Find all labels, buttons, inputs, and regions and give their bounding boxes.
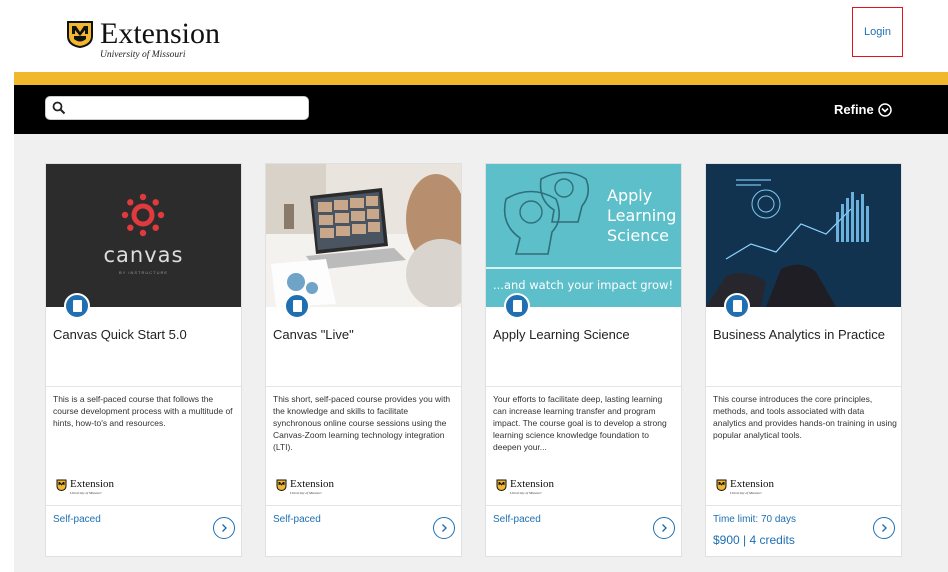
provider-logo: Extension University of Missouri <box>716 479 774 495</box>
logo-title: Extension <box>100 17 220 50</box>
mizzou-shield-icon <box>56 479 67 491</box>
refine-label: Refine <box>834 102 874 117</box>
provider-logo-title: Extension <box>290 478 334 490</box>
canvas-logo-icon <box>121 193 165 237</box>
course-image: Apply Learning Science ...and watch your… <box>486 164 681 307</box>
course-title[interactable]: Canvas Quick Start 5.0 <box>53 327 187 342</box>
provider-logo-subtitle: University of Missouri <box>730 491 762 495</box>
mizzou-shield-icon <box>496 479 507 491</box>
course-title[interactable]: Canvas "Live" <box>273 327 354 342</box>
analytics-dashboard-illustration <box>706 164 901 307</box>
login-highlight: Login <box>852 7 903 57</box>
image-headline: Apply Learning Science <box>607 186 676 246</box>
chevron-right-icon <box>662 524 667 532</box>
provider-logo-text: Extension University of Missouri <box>290 478 334 496</box>
image-headline-line1: Apply <box>607 186 653 205</box>
chevron-right-icon <box>882 524 887 532</box>
course-card[interactable]: Business Analytics in Practice This cour… <box>705 163 902 557</box>
book-icon <box>724 293 750 319</box>
image-headline-line2: Learning <box>607 206 677 225</box>
course-time-limit: Time limit: 70 days <box>713 514 796 525</box>
search-icon <box>52 101 66 115</box>
course-description: This course introduces the core principl… <box>713 394 897 440</box>
course-title[interactable]: Business Analytics in Practice <box>713 327 885 342</box>
view-course-button[interactable] <box>873 517 895 539</box>
provider-logo: Extension University of Missouri <box>56 479 114 495</box>
card-footer-divider <box>46 505 241 506</box>
chevron-down-circle-icon <box>877 102 892 117</box>
provider-logo: Extension University of Missouri <box>496 479 554 495</box>
provider-logo-subtitle: University of Missouri <box>70 491 102 495</box>
card-footer-divider <box>706 505 901 506</box>
course-image: canvas BY INSTRUCTURE <box>46 164 241 307</box>
course-pacing: Self-paced <box>273 514 321 525</box>
course-image <box>266 164 461 307</box>
provider-logo-text: Extension University of Missouri <box>730 478 774 496</box>
card-divider <box>706 386 901 387</box>
image-tagline: ...and watch your impact grow! <box>493 278 674 292</box>
refine-button[interactable]: Refine <box>834 102 892 117</box>
course-pacing: Self-paced <box>493 514 541 525</box>
canvas-wordmark-sub: BY INSTRUCTURE <box>118 270 169 275</box>
search-input[interactable] <box>70 98 308 118</box>
chevron-right-icon <box>222 524 227 532</box>
view-course-button[interactable] <box>433 517 455 539</box>
card-divider <box>486 386 681 387</box>
provider-logo-text: Extension University of Missouri <box>70 478 114 496</box>
provider-logo-subtitle: University of Missouri <box>290 491 322 495</box>
mizzou-shield-icon <box>276 479 287 491</box>
course-description: This short, self-paced course provides y… <box>273 394 451 452</box>
provider-logo-title: Extension <box>730 478 774 490</box>
card-footer-divider <box>486 505 681 506</box>
book-icon <box>504 293 530 319</box>
logo-subtitle: University of Missouri <box>100 50 186 60</box>
video-meeting-illustration <box>266 164 461 307</box>
provider-logo-subtitle: University of Missouri <box>510 491 542 495</box>
provider-logo-text: Extension University of Missouri <box>510 478 554 496</box>
book-icon <box>64 293 90 319</box>
book-icon <box>284 293 310 319</box>
canvas-wordmark: canvas <box>103 243 184 267</box>
card-divider <box>266 386 461 387</box>
extension-logo[interactable]: Extension University of Missouri <box>66 17 220 61</box>
course-image <box>706 164 901 307</box>
view-course-button[interactable] <box>653 517 675 539</box>
course-title[interactable]: Apply Learning Science <box>493 327 630 342</box>
course-card[interactable]: Apply Learning Science ...and watch your… <box>485 163 682 557</box>
login-link[interactable]: Login <box>864 26 891 38</box>
logo-text: Extension University of Missouri <box>100 17 220 61</box>
mizzou-shield-icon <box>67 21 93 48</box>
course-price: $900 | 4 credits <box>713 533 795 547</box>
gold-stripe <box>14 72 948 85</box>
provider-logo-title: Extension <box>510 478 554 490</box>
course-description: This is a self-paced course that follows… <box>53 394 233 428</box>
chevron-right-icon <box>442 524 447 532</box>
provider-logo: Extension University of Missouri <box>276 479 334 495</box>
provider-logo-title: Extension <box>70 478 114 490</box>
course-pacing: Self-paced <box>53 514 101 525</box>
course-description: Your efforts to facilitate deep, lasting… <box>493 394 667 452</box>
search-box[interactable] <box>45 96 309 120</box>
card-footer-divider <box>266 505 461 506</box>
card-divider <box>46 386 241 387</box>
course-card[interactable]: canvas BY INSTRUCTURE Canvas Quick Start… <box>45 163 242 557</box>
image-headline-line3: Science <box>607 226 670 245</box>
mizzou-shield-icon <box>716 479 727 491</box>
view-course-button[interactable] <box>213 517 235 539</box>
site-header: Extension University of Missouri Login <box>0 0 948 72</box>
course-card[interactable]: Canvas "Live" This short, self-paced cou… <box>265 163 462 557</box>
